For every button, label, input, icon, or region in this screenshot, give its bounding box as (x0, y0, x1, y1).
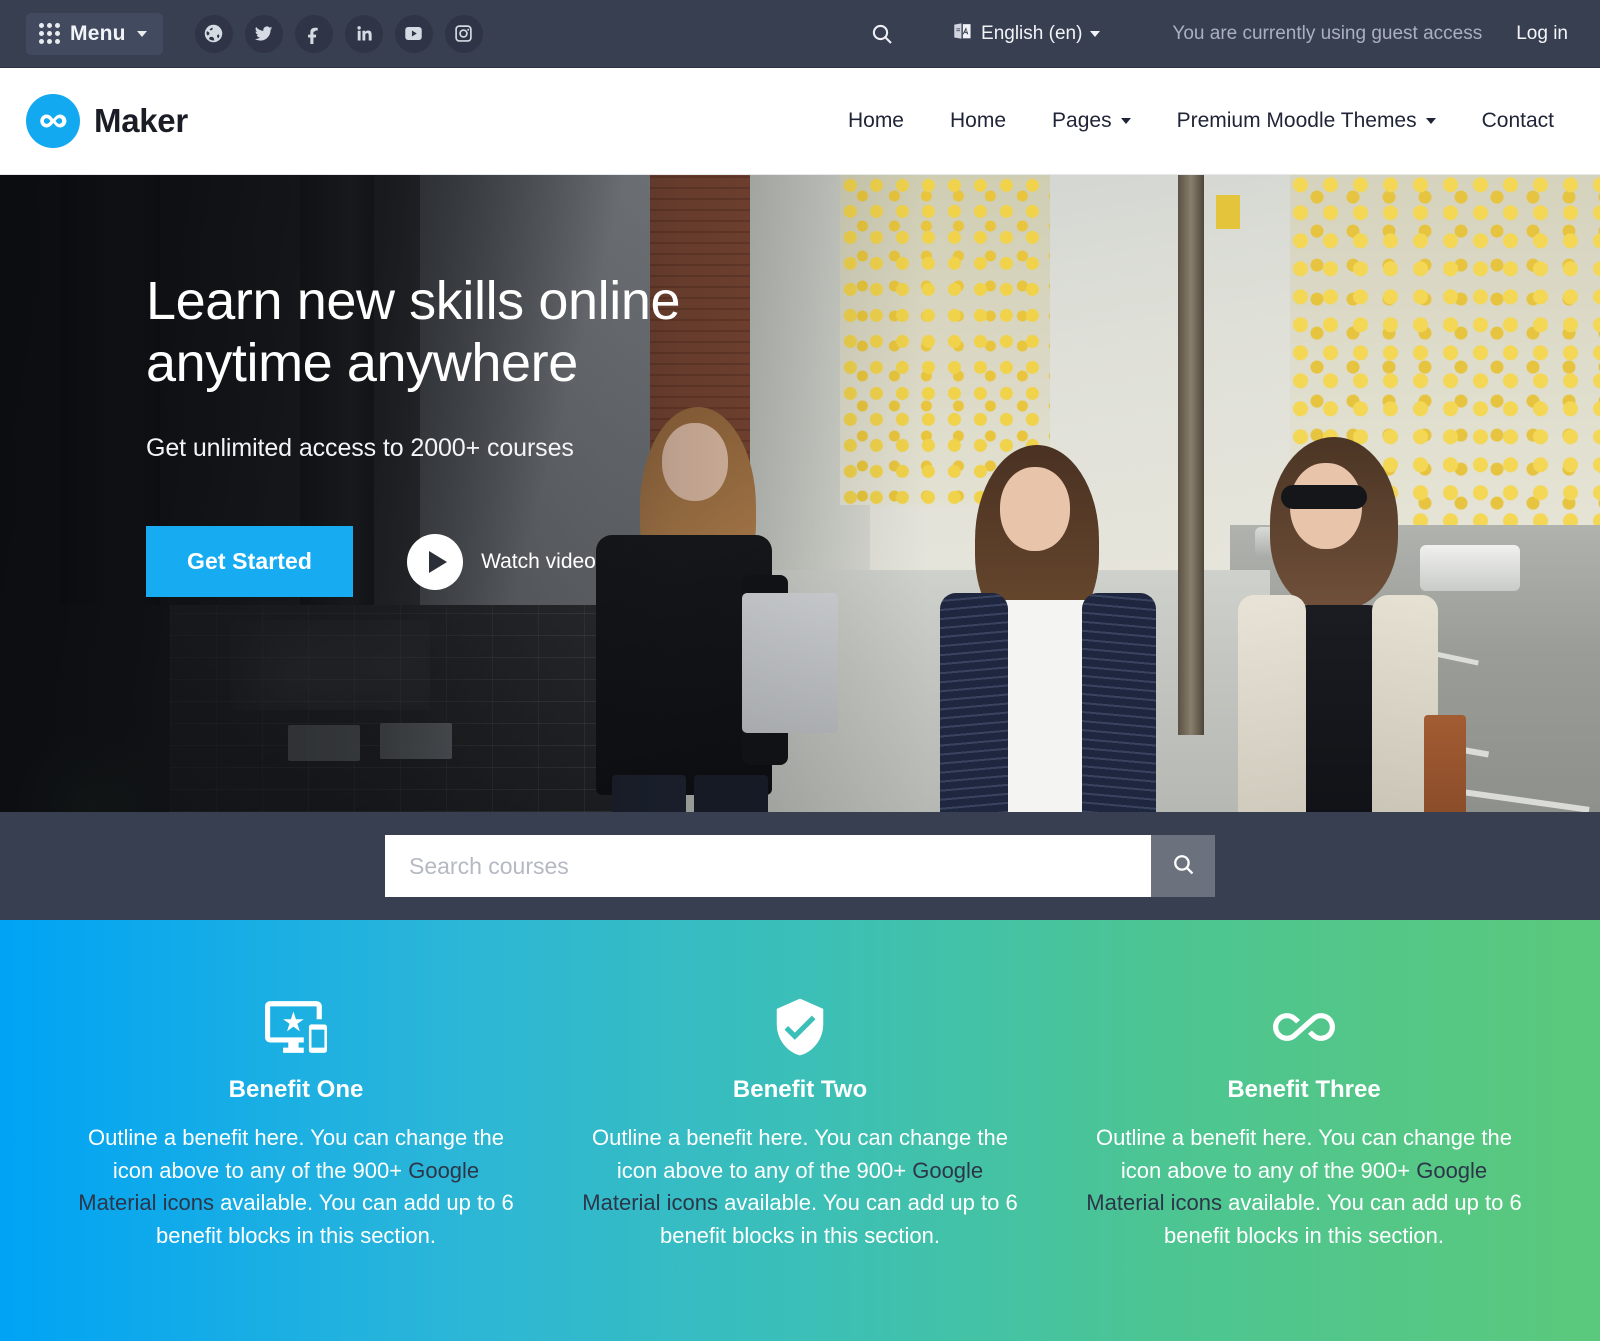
benefits-section: Benefit One Outline a benefit here. You … (0, 920, 1600, 1341)
search-submit-button[interactable] (1151, 835, 1215, 897)
search-input[interactable] (385, 835, 1151, 897)
utility-bar-right: English (en) You are currently using gue… (856, 15, 1574, 53)
brand-logo[interactable]: Maker (26, 94, 188, 148)
social-links (194, 14, 483, 53)
nav-item-label: Home (847, 109, 904, 132)
benefit-title: Benefit One (228, 1076, 364, 1103)
language-label: English (en) (981, 22, 1083, 44)
twitter-icon[interactable] (244, 14, 283, 53)
benefit-block-three: Benefit Three Outline a benefit here. Yo… (1052, 996, 1556, 1341)
nav-item-contact[interactable]: Contact (1459, 99, 1574, 143)
benefit-block-two: Benefit Two Outline a benefit here. You … (548, 996, 1052, 1341)
hero-content: Learn new skills online anytime anywhere… (146, 271, 681, 598)
search-icon[interactable] (856, 16, 908, 52)
translate-icon (952, 21, 973, 47)
benefit-description: Outline a benefit here. You can change t… (74, 1122, 518, 1252)
nav-item-pages[interactable]: Pages (1029, 99, 1154, 143)
infinity-logo-icon (26, 94, 80, 148)
main-navbar: Maker Home Home Pages Premium Moodle The… (0, 68, 1600, 175)
get-started-button[interactable]: Get Started (146, 526, 354, 598)
play-icon (407, 533, 464, 590)
language-selector[interactable]: English (en) (908, 15, 1116, 53)
brand-name: Maker (94, 102, 188, 139)
globe-icon[interactable] (194, 14, 233, 53)
grid-apps-icon (39, 23, 60, 44)
watch-video-button[interactable]: Watch video (407, 533, 596, 590)
nav-item-label: Pages (1052, 109, 1112, 132)
facebook-icon[interactable] (294, 14, 333, 53)
nav-item-home-2[interactable]: Home (927, 99, 1029, 143)
hero-section: Learn new skills online anytime anywhere… (0, 175, 1600, 812)
search-form (385, 835, 1215, 897)
chevron-down-icon (1090, 30, 1101, 37)
nav-item-label: Contact (1481, 109, 1554, 132)
nav-item-home-1[interactable]: Home (825, 99, 927, 143)
chevron-down-icon (136, 30, 147, 37)
hero-subtitle: Get unlimited access to 2000+ courses (146, 434, 574, 463)
nav-item-label: Home (950, 109, 1007, 132)
linkedin-icon[interactable] (344, 14, 383, 53)
menu-button-label: Menu (70, 21, 126, 45)
chevron-down-icon (1120, 118, 1131, 124)
verified-user-shield-icon (578, 996, 1022, 1058)
nav-item-label: Premium Moodle Themes (1176, 109, 1417, 132)
chevron-down-icon (1425, 118, 1436, 124)
course-search-section (0, 812, 1600, 920)
all-inclusive-infinity-icon (1082, 996, 1526, 1058)
login-link[interactable]: Log in (1516, 23, 1568, 45)
nav-item-premium-moodle-themes[interactable]: Premium Moodle Themes (1154, 99, 1459, 143)
hero-actions: Get Started Watch video (146, 526, 680, 598)
benefit-title: Benefit Three (1227, 1076, 1381, 1103)
primary-nav: Home Home Pages Premium Moodle Themes Co… (825, 99, 1574, 143)
youtube-icon[interactable] (394, 14, 433, 53)
instagram-icon[interactable] (444, 14, 483, 53)
utility-bar: Menu English (en) You are currently usin… (0, 0, 1600, 68)
important-devices-icon (74, 996, 518, 1058)
guest-access-notice: You are currently using guest access (1172, 22, 1483, 44)
watch-video-label: Watch video (481, 549, 596, 573)
menu-button[interactable]: Menu (26, 12, 163, 55)
benefit-title: Benefit Two (732, 1076, 868, 1103)
benefit-block-one: Benefit One Outline a benefit here. You … (44, 996, 548, 1341)
benefit-description: Outline a benefit here. You can change t… (1082, 1122, 1526, 1252)
hero-title: Learn new skills online anytime anywhere (146, 271, 681, 393)
page-root: Menu English (en) You are currently usin… (0, 0, 1600, 1341)
benefit-description: Outline a benefit here. You can change t… (578, 1122, 1022, 1252)
search-icon (1171, 852, 1196, 880)
